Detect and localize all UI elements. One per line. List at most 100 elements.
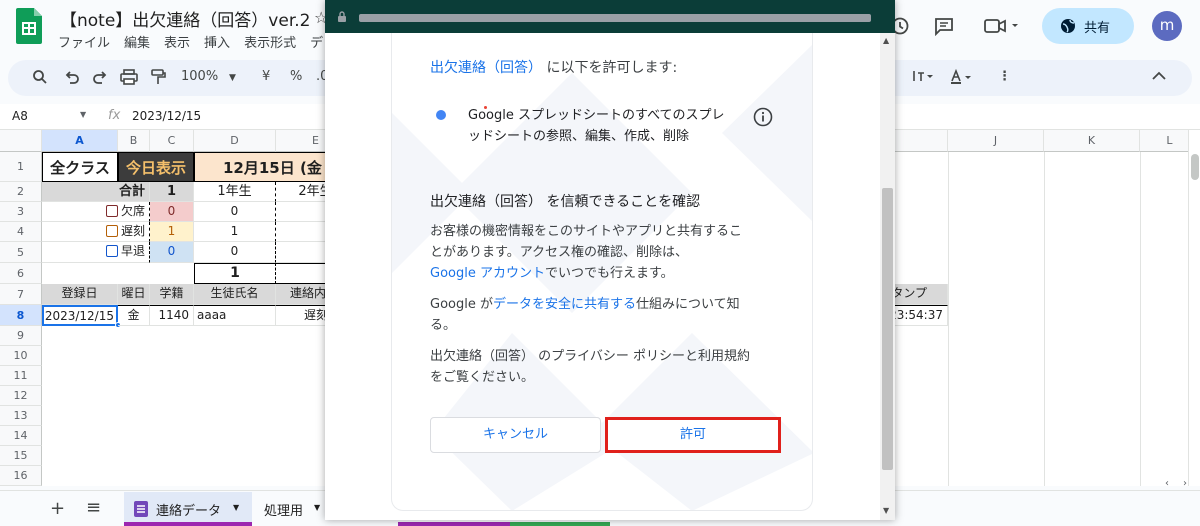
row-header-selected[interactable]: 8 <box>0 305 42 326</box>
cancel-button[interactable]: キャンセル <box>430 417 601 453</box>
gridline <box>1044 152 1045 486</box>
formula-input[interactable]: 2023/12/15 <box>132 109 201 123</box>
sheet-tab[interactable]: 処理用 ▼ <box>254 492 326 526</box>
cell-b7[interactable]: 曜日 <box>118 284 150 305</box>
name-box[interactable]: A8 <box>12 109 28 123</box>
google-account-link[interactable]: Google アカウント <box>430 266 545 281</box>
row-header[interactable]: 15 <box>0 446 42 466</box>
app-name-link[interactable]: 出欠連絡（回答） <box>430 60 542 76</box>
info-icon[interactable] <box>753 107 773 127</box>
sheet-scroll-thumb[interactable] <box>1191 154 1199 180</box>
cell-d5[interactable]: 0 <box>194 242 276 263</box>
collapse-toolbar-icon[interactable] <box>1152 71 1166 81</box>
cell-c7[interactable]: 学籍 <box>150 284 194 305</box>
tab-color-bar <box>510 522 610 526</box>
safe-share-link[interactable]: データを安全に共有する <box>493 297 636 312</box>
meet-icon[interactable] <box>984 16 1020 36</box>
zoom-select[interactable]: 100% <box>181 69 218 84</box>
comment-icon[interactable] <box>934 16 954 36</box>
row-header[interactable]: 6 <box>0 263 42 284</box>
cell-a7[interactable]: 登録日 <box>42 284 118 305</box>
row-header[interactable]: 12 <box>0 386 42 406</box>
cell-a8-selected[interactable]: 2023/12/15 <box>42 305 118 326</box>
column-header-b[interactable]: B <box>118 130 150 152</box>
row-header[interactable]: 9 <box>0 326 42 346</box>
cell-d6[interactable]: 1 <box>194 263 276 284</box>
name-box-dropdown-icon[interactable]: ▼ <box>80 110 86 119</box>
row-header[interactable]: 10 <box>0 346 42 366</box>
cell-a1[interactable]: 全クラス <box>42 152 118 182</box>
early-leave-checkbox-icon[interactable] <box>105 245 118 257</box>
cell-c4[interactable]: 1 <box>150 222 194 242</box>
redo-icon[interactable] <box>92 69 108 85</box>
row-header[interactable]: 16 <box>0 466 42 486</box>
menu-format[interactable]: 表示形式 <box>244 36 296 51</box>
share-label: 共有 <box>1084 21 1111 36</box>
menu-file[interactable]: ファイル <box>58 36 110 51</box>
column-header-j[interactable]: J <box>948 130 1044 152</box>
cell-d3[interactable]: 0 <box>194 202 276 222</box>
column-header-l[interactable]: L <box>1140 130 1188 152</box>
cell-b2[interactable]: 合計 <box>42 182 150 202</box>
search-menu-icon[interactable] <box>32 69 48 85</box>
late-checkbox-icon[interactable] <box>105 225 118 237</box>
scroll-up-icon[interactable]: ▲ <box>883 36 889 45</box>
row-header[interactable]: 2 <box>0 182 42 202</box>
row-header[interactable]: 13 <box>0 406 42 426</box>
menu-view[interactable]: 表示 <box>164 36 190 51</box>
cell-b1[interactable]: 今日表示 <box>118 152 194 182</box>
add-sheet-button[interactable]: + <box>50 498 65 519</box>
paint-format-icon[interactable] <box>150 69 166 85</box>
row-header[interactable]: 4 <box>0 222 42 242</box>
sheet-tab-active[interactable]: 連絡データ ▼ <box>124 492 252 526</box>
allow-button[interactable]: 許可 <box>605 417 781 453</box>
select-all-corner[interactable] <box>0 130 42 152</box>
column-header-a[interactable]: A <box>42 130 118 152</box>
sheet-vertical-scrollbar[interactable] <box>1188 130 1200 486</box>
all-sheets-button[interactable]: ≡ <box>86 497 101 518</box>
document-title[interactable]: 【note】出欠連絡（回答）ver.2 <box>60 6 310 31</box>
cell-c3[interactable]: 0 <box>150 202 194 222</box>
cell-d8[interactable]: aaaa <box>194 305 276 326</box>
cell-b4[interactable]: 遅刻 <box>42 222 150 242</box>
cell-d4[interactable]: 1 <box>194 222 276 242</box>
text-color-icon[interactable] <box>950 69 972 85</box>
row-header[interactable]: 3 <box>0 202 42 222</box>
cell-c2[interactable]: 1 <box>150 182 194 202</box>
popup-scroll-thumb[interactable] <box>882 188 893 470</box>
zoom-dropdown-icon[interactable]: ▼ <box>229 73 236 83</box>
column-header-k[interactable]: K <box>1044 130 1140 152</box>
text-rotation-icon[interactable] <box>912 69 934 83</box>
cell-d7[interactable]: 生徒氏名 <box>194 284 276 305</box>
percent-format-button[interactable]: % <box>290 69 302 84</box>
cell-b8[interactable]: 金 <box>118 305 150 326</box>
row-header[interactable]: 5 <box>0 242 42 263</box>
scroll-down-icon[interactable]: ▼ <box>883 506 889 515</box>
menu-insert[interactable]: 挿入 <box>204 36 230 51</box>
print-icon[interactable] <box>120 69 138 85</box>
row-header[interactable]: 11 <box>0 366 42 386</box>
avatar[interactable]: m <box>1152 11 1182 41</box>
column-header-d[interactable]: D <box>194 130 276 152</box>
cell-c5[interactable]: 0 <box>150 242 194 263</box>
scroll-right-icon[interactable]: › <box>1183 478 1187 489</box>
row-header[interactable]: 7 <box>0 284 42 305</box>
row-header[interactable]: 1 <box>0 152 42 182</box>
scroll-left-icon[interactable]: ‹ <box>1165 478 1169 489</box>
sheets-logo-icon[interactable] <box>16 8 42 44</box>
undo-icon[interactable] <box>64 69 80 85</box>
absent-checkbox-icon[interactable] <box>105 205 118 217</box>
cell-b5[interactable]: 早退 <box>42 242 150 263</box>
cell-b3[interactable]: 欠席 <box>42 202 150 222</box>
more-options-icon[interactable]: ⋮ <box>998 69 1011 84</box>
cell-c8[interactable]: 1140 <box>150 305 194 326</box>
row-header[interactable]: 14 <box>0 426 42 446</box>
column-header-c[interactable]: C <box>150 130 194 152</box>
share-button[interactable]: 共有 <box>1042 8 1134 44</box>
tab-dropdown-icon[interactable]: ▼ <box>314 503 320 512</box>
currency-format-button[interactable]: ¥ <box>262 69 270 84</box>
cell-d2[interactable]: 1年生 <box>194 182 276 202</box>
menu-data[interactable]: デ <box>310 36 323 51</box>
menu-edit[interactable]: 編集 <box>124 36 150 51</box>
tab-dropdown-icon[interactable]: ▼ <box>233 503 239 512</box>
